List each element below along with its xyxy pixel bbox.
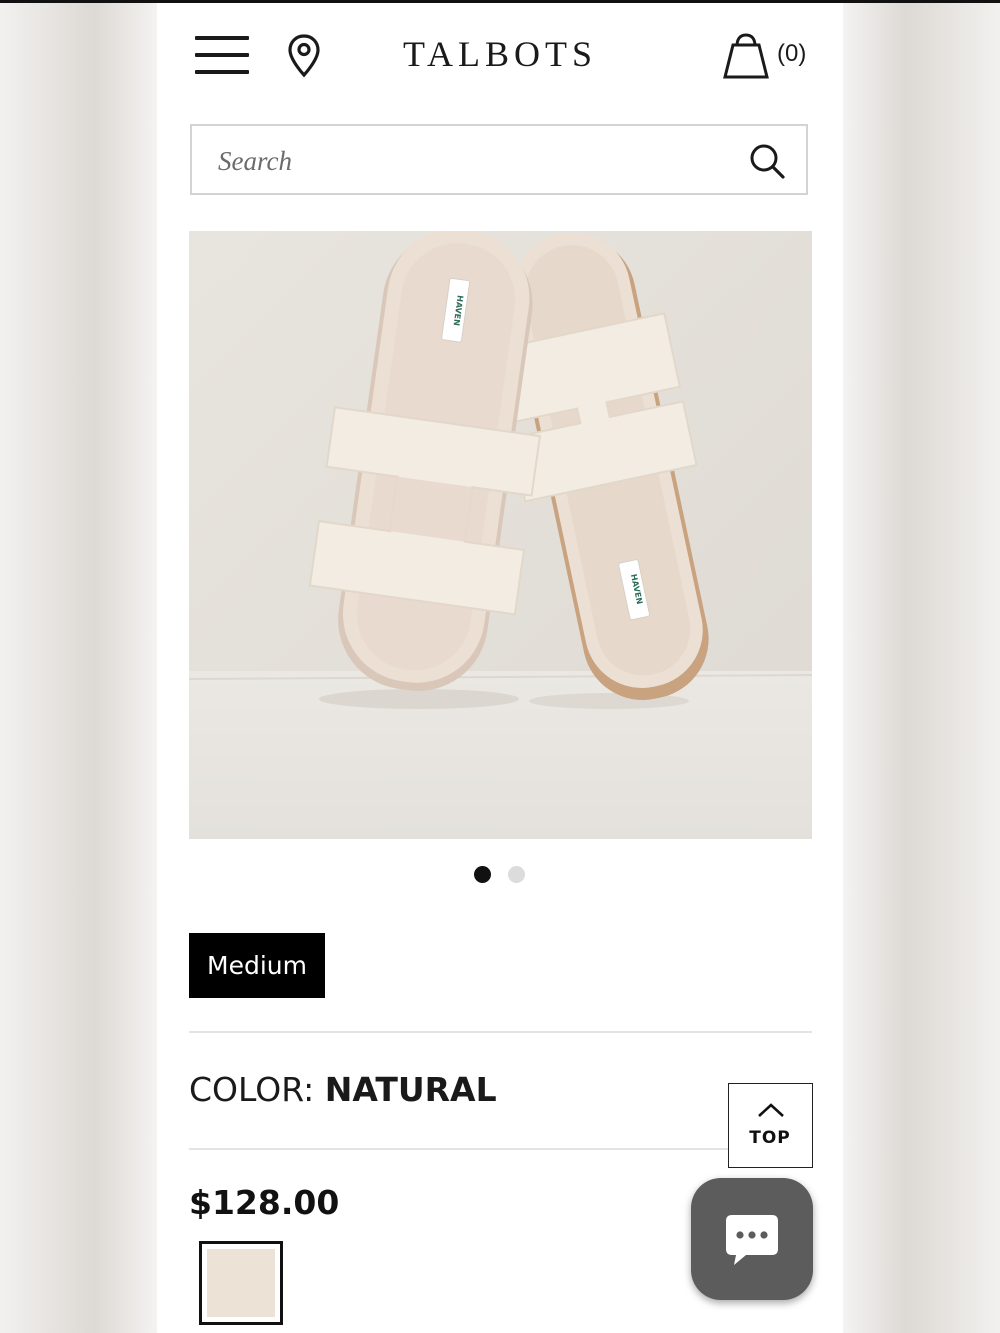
color-label: COLOR: NATURAL [189, 1070, 497, 1109]
swatch-fill [207, 1249, 275, 1317]
background-right [843, 3, 1000, 1333]
gallery-dot-2[interactable] [508, 866, 525, 883]
back-to-top-button[interactable]: TOP [728, 1083, 813, 1168]
brand-logo[interactable]: TALBOTS [317, 33, 683, 75]
back-to-top-label: TOP [749, 1128, 791, 1148]
search-input[interactable] [216, 142, 720, 180]
product-image[interactable]: HAVEN HAVEN [189, 231, 812, 839]
color-value: NATURAL [324, 1070, 497, 1109]
color-swatch-natural[interactable] [199, 1241, 283, 1325]
gallery-dot-1[interactable] [474, 866, 491, 883]
search-bar[interactable] [190, 124, 808, 195]
divider [189, 1031, 812, 1033]
search-icon[interactable] [748, 142, 786, 180]
color-prefix: COLOR: [189, 1070, 315, 1109]
shopping-bag-icon[interactable] [721, 31, 771, 81]
phone-screen: TALBOTS (0) Search HAVEN HAVEN Medium CO… [157, 3, 843, 1333]
size-option-medium[interactable]: Medium [189, 933, 325, 998]
chat-bubble-icon [726, 1215, 778, 1265]
location-pin-icon[interactable] [287, 34, 321, 78]
cart-count[interactable]: (0) [777, 40, 806, 68]
product-price: $128.00 [189, 1183, 340, 1222]
hamburger-menu-icon[interactable] [195, 34, 249, 76]
divider [189, 1148, 812, 1150]
chat-button[interactable] [691, 1178, 813, 1300]
chevron-up-icon [758, 1103, 784, 1117]
background-left [0, 3, 157, 1333]
